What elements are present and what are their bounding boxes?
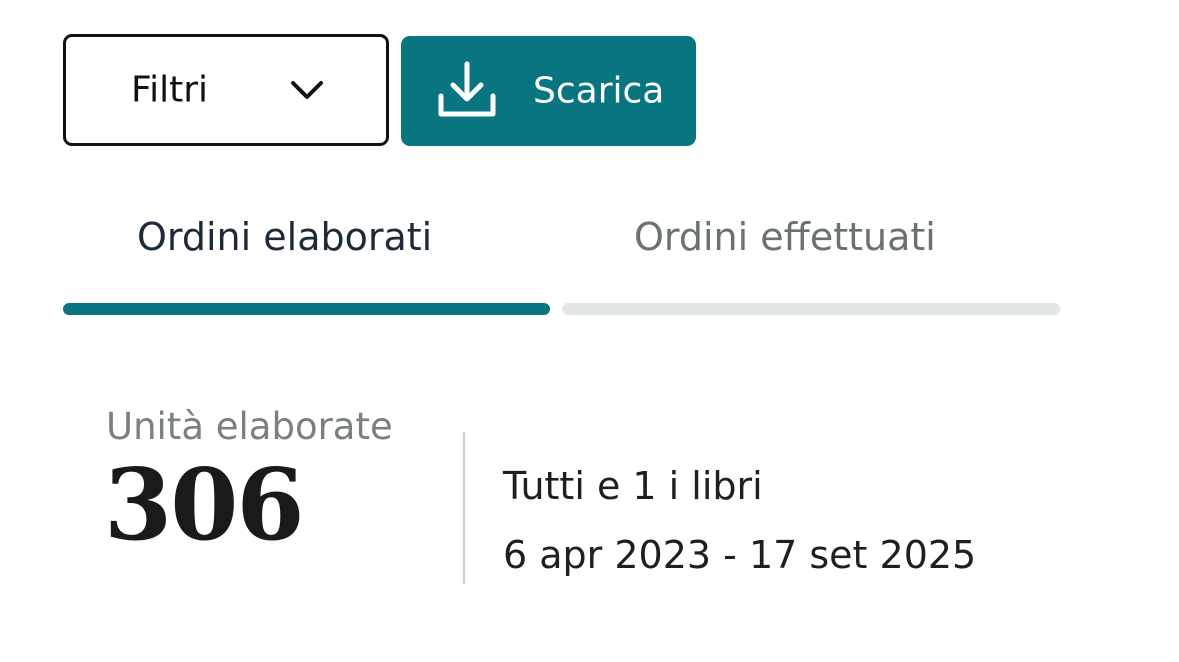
tab-processed-orders[interactable]: Ordini elaborati — [137, 215, 432, 259]
chevron-down-icon — [291, 81, 323, 99]
books-scope-text: Tutti e 1 i libri — [503, 464, 763, 508]
download-button[interactable]: Scarica — [401, 36, 696, 146]
tab-indicator-inactive — [562, 303, 1060, 315]
tab-placed-orders[interactable]: Ordini effettuati — [634, 215, 936, 259]
tab-indicator-active — [63, 303, 550, 315]
filter-label: Filtri — [131, 69, 209, 111]
filter-dropdown-button[interactable]: Filtri — [63, 34, 389, 146]
units-processed-label: Unità elaborate — [106, 405, 393, 448]
units-processed-value: 306 — [104, 448, 305, 563]
download-label: Scarica — [533, 70, 665, 112]
download-icon — [438, 61, 496, 117]
date-range-text: 6 apr 2023 - 17 set 2025 — [503, 533, 977, 577]
summary-divider — [463, 432, 465, 584]
